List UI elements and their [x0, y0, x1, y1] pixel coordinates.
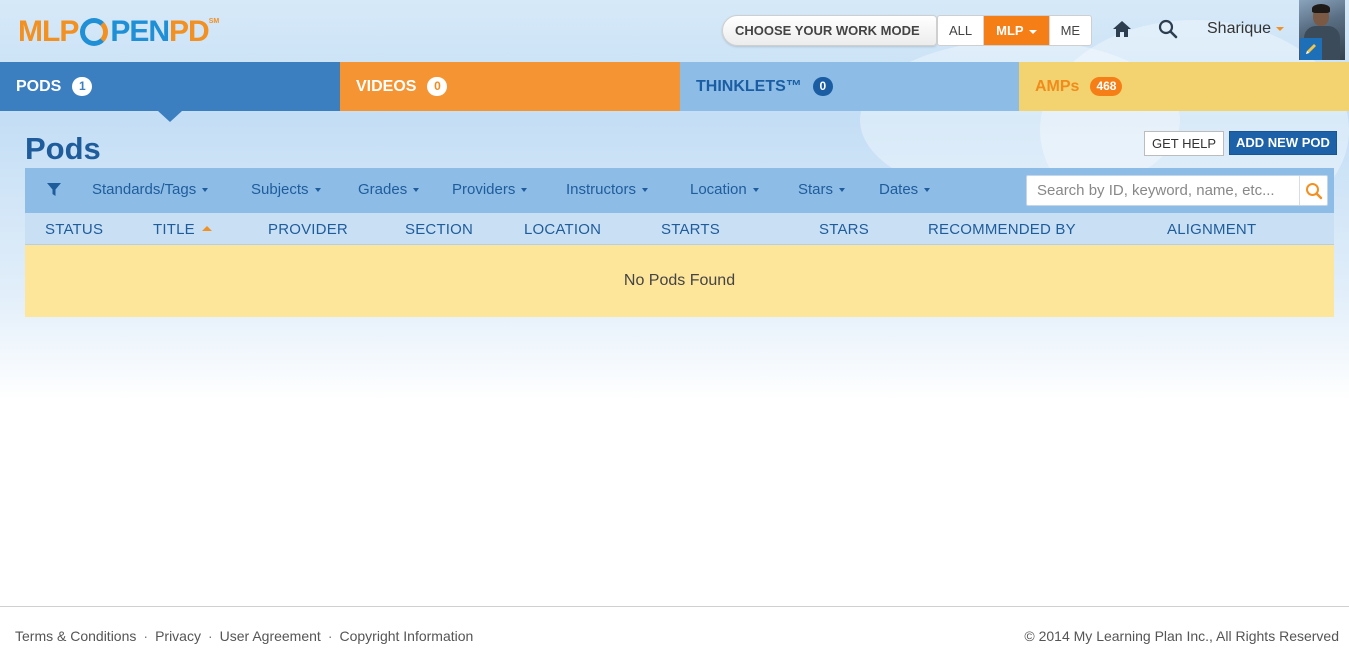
- chevron-down-icon: [839, 188, 846, 193]
- tab-thinklets-label: THINKLETS™: [696, 77, 802, 95]
- logo-ring-icon: [80, 18, 109, 46]
- chevron-down-icon: [521, 188, 528, 193]
- footer-separator: ·: [207, 628, 213, 644]
- edit-avatar-button[interactable]: [1300, 38, 1322, 60]
- privacy-link[interactable]: Privacy: [155, 628, 201, 644]
- filter-label: Location: [690, 181, 747, 198]
- mode-all-button[interactable]: ALL: [938, 16, 985, 45]
- content-type-tabs: PODS 1 VIDEOS 0 THINKLETS™ 0 AMPs 468: [0, 62, 1349, 111]
- filter-location[interactable]: Location: [690, 181, 759, 198]
- tab-videos-label: VIDEOS: [356, 77, 417, 95]
- footer: Terms & Conditions · Privacy · User Agreemen…: [0, 606, 1349, 650]
- search-box: [1026, 175, 1328, 206]
- logo-text-mlp: MLP: [18, 15, 79, 48]
- filter-label: Providers: [452, 181, 516, 198]
- search-icon[interactable]: [1158, 19, 1178, 39]
- filter-subjects[interactable]: Subjects: [251, 181, 321, 198]
- filter-label: Subjects: [251, 181, 309, 198]
- column-provider[interactable]: PROVIDER: [268, 221, 348, 238]
- tab-thinklets-count-badge: 0: [812, 77, 833, 96]
- column-status[interactable]: STATUS: [45, 221, 103, 238]
- copyright-notice: © 2014 My Learning Plan Inc., All Rights…: [1024, 628, 1339, 644]
- tab-amps-count-badge: 468: [1090, 77, 1123, 96]
- mode-mlp-button[interactable]: MLP: [984, 16, 1050, 45]
- search-icon: [1306, 183, 1323, 200]
- user-menu[interactable]: Sharique: [1207, 20, 1285, 38]
- chevron-down-icon: [924, 188, 931, 193]
- column-location[interactable]: LOCATION: [524, 221, 601, 238]
- filter-grades[interactable]: Grades: [358, 181, 420, 198]
- chevron-down-icon: [752, 188, 759, 193]
- pencil-icon: [1306, 44, 1316, 54]
- column-alignment[interactable]: ALIGNMENT: [1167, 221, 1256, 238]
- user-name-label: Sharique: [1207, 20, 1272, 37]
- work-mode-label: CHOOSE YOUR WORK MODE: [722, 15, 937, 46]
- search-input[interactable]: [1027, 176, 1299, 205]
- mode-me-button[interactable]: ME: [1050, 16, 1091, 45]
- page-title: Pods: [25, 131, 101, 166]
- work-mode-toggle: ALL MLP ME: [937, 15, 1093, 46]
- filter-providers[interactable]: Providers: [452, 181, 528, 198]
- filter-standards-tags[interactable]: Standards/Tags: [92, 181, 209, 198]
- column-recommended-by[interactable]: RECOMMENDED BY: [928, 221, 1076, 238]
- chevron-down-icon: [314, 188, 321, 193]
- get-help-button[interactable]: GET HELP: [1144, 131, 1225, 156]
- search-submit-button[interactable]: [1299, 176, 1327, 205]
- filter-bar: Standards/Tags Subjects Grades Providers…: [25, 168, 1334, 213]
- mode-me-label: ME: [1060, 23, 1081, 38]
- user-agreement-link[interactable]: User Agreement: [220, 628, 321, 644]
- mlp-openpd-logo[interactable]: MLP PEN PD SM: [18, 14, 219, 50]
- empty-results-message: No Pods Found: [25, 245, 1334, 317]
- column-stars[interactable]: STARS: [819, 221, 869, 238]
- sort-ascending-icon: [201, 225, 212, 231]
- logo-text-pen: PEN: [110, 15, 170, 48]
- copyright-information-link[interactable]: Copyright Information: [339, 628, 473, 644]
- active-tab-pointer: [158, 111, 182, 122]
- filter-label: Instructors: [566, 181, 637, 198]
- tab-pods-count-badge: 1: [72, 77, 93, 96]
- footer-separator: ·: [327, 628, 333, 644]
- chevron-down-icon: [1276, 26, 1285, 31]
- tab-pods[interactable]: PODS 1: [0, 62, 340, 111]
- avatar-hair: [1312, 4, 1330, 13]
- add-new-pod-button[interactable]: ADD NEW POD: [1229, 131, 1337, 155]
- chevron-down-icon: [642, 188, 649, 193]
- filter-dates[interactable]: Dates: [879, 181, 931, 198]
- filter-instructors[interactable]: Instructors: [566, 181, 649, 198]
- logo-trademark: SM: [208, 18, 220, 25]
- column-starts[interactable]: STARTS: [661, 221, 720, 238]
- tab-videos-count-badge: 0: [427, 77, 448, 96]
- chevron-down-icon: [202, 188, 209, 193]
- tab-thinklets[interactable]: THINKLETS™ 0: [680, 62, 1019, 111]
- column-title[interactable]: TITLE: [153, 221, 212, 238]
- logo-text-pd: PD: [169, 15, 210, 48]
- filter-label: Grades: [358, 181, 408, 198]
- footer-links: Terms & Conditions · Privacy · User Agreemen…: [15, 628, 473, 644]
- filter-stars[interactable]: Stars: [798, 181, 846, 198]
- tab-pods-label: PODS: [16, 77, 62, 95]
- tab-videos[interactable]: VIDEOS 0: [340, 62, 680, 111]
- mode-all-label: ALL: [949, 23, 973, 38]
- terms-link[interactable]: Terms & Conditions: [15, 628, 136, 644]
- mode-mlp-label: MLP: [996, 23, 1024, 38]
- filter-label: Stars: [798, 181, 834, 198]
- filter-label: Standards/Tags: [92, 181, 197, 198]
- chevron-down-icon: [413, 188, 420, 193]
- column-title-label: TITLE: [153, 221, 195, 238]
- home-icon[interactable]: [1112, 19, 1132, 39]
- tab-amps-label: AMPs: [1035, 77, 1080, 95]
- tab-amps[interactable]: AMPs 468: [1019, 62, 1349, 111]
- table-header: STATUS TITLE PROVIDER SECTION LOCATION S…: [25, 213, 1334, 245]
- column-section[interactable]: SECTION: [405, 221, 473, 238]
- filter-label: Dates: [879, 181, 919, 198]
- filter-icon[interactable]: [47, 182, 61, 198]
- top-header: MLP PEN PD SM CHOOSE YOUR WORK MODE ALL M…: [0, 0, 1349, 62]
- chevron-down-icon: [1028, 29, 1037, 34]
- footer-separator: ·: [143, 628, 149, 644]
